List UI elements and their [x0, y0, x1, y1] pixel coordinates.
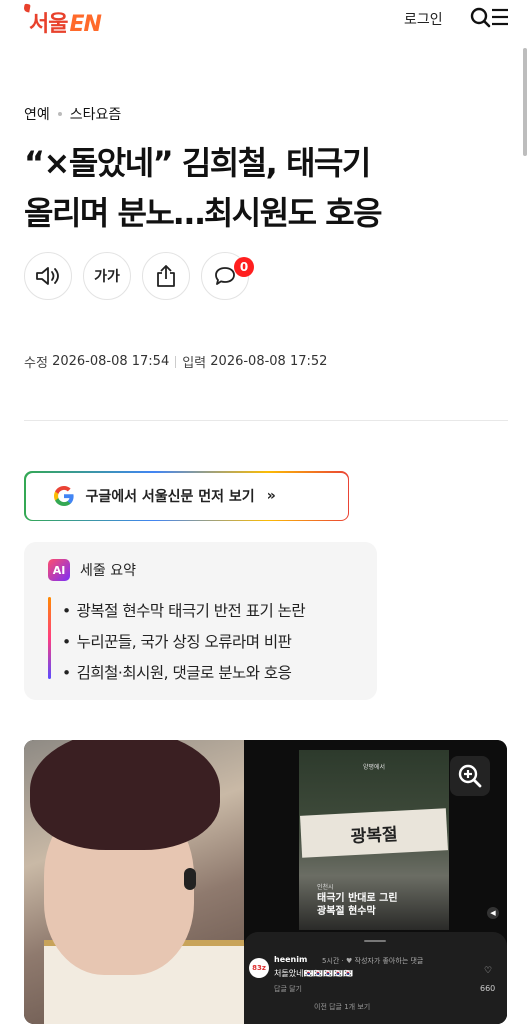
date-separator [175, 355, 177, 368]
divider [24, 420, 508, 421]
breadcrumb: 연예 스타요즘 [24, 104, 121, 124]
story-top-text: 양평에서 [362, 764, 386, 771]
hair [30, 740, 220, 850]
article-dates: 수정 2026-08-08 17:54 입력 2026-08-08 17:52 [24, 352, 327, 371]
story-caption: 태극기 반대로 그린 광복절 현수막 [317, 892, 398, 918]
comment-reply-link: 답글 달기 [274, 985, 302, 993]
story-caption-small: 인천시 [317, 884, 334, 891]
google-follow-button[interactable]: 구글에서 서울신문 먼저 보기 » [24, 471, 349, 521]
comment-meta: 5시간 · ♥ 작성자가 좋아하는 댓글 [322, 957, 424, 965]
ai-summary-box: AI 세줄 요약 광복절 현수막 태극기 반전 표기 논란 누리꾼들, 국가 상… [24, 542, 377, 700]
login-link[interactable]: 로그인 [404, 9, 443, 29]
earpiece [184, 868, 196, 890]
google-follow-button-inner: 구글에서 서울신문 먼저 보기 » [25, 472, 348, 520]
ai-icon: AI [48, 559, 70, 581]
comment-more-replies: 이전 답글 1개 보기 [314, 1003, 371, 1011]
selfie-photo [24, 740, 244, 1024]
summary-list: 광복절 현수막 태극기 반전 표기 논란 누리꾼들, 국가 상징 오류라며 비판… [62, 596, 306, 689]
scrollbar[interactable] [523, 48, 527, 156]
summary-accent-bar [48, 597, 51, 679]
google-icon [53, 486, 74, 506]
speaker-icon [36, 267, 59, 285]
font-size-label: 가가 [94, 269, 120, 285]
search-menu-button[interactable] [470, 6, 510, 30]
story-caption-line1: 태극기 반대로 그린 [317, 893, 398, 904]
comment-button[interactable]: 0 [201, 252, 254, 300]
search-icon [470, 7, 508, 28]
article-tools: 가가 0 [24, 252, 254, 300]
comment-count-badge: 0 [234, 257, 254, 277]
chevron-right-icon: » [266, 488, 276, 504]
banner-photo: 광복절 [300, 808, 448, 858]
article-image[interactable]: 양평에서 광복절 인천시 태극기 반대로 그린 광복절 현수막 ◀ 83z he… [24, 740, 507, 1024]
published-label: 입력 [182, 356, 207, 371]
site-header: 서울 EN 로그인 [0, 0, 530, 40]
panel-handle [364, 940, 386, 942]
summary-title: 세줄 요약 [80, 563, 136, 579]
story-caption-line2: 광복절 현수막 [317, 906, 376, 917]
summary-item: 김희철·최시원, 댓글로 분노와 호응 [62, 658, 305, 689]
zoom-in-icon [458, 764, 482, 788]
avatar: 83z [249, 958, 269, 978]
breadcrumb-section[interactable]: 연예 [24, 104, 50, 124]
banner-text: 광복절 [350, 824, 399, 847]
article-title-line2: 올리며 분노…최시원도 호응 [24, 194, 383, 232]
heart-icon: ♡ [484, 966, 493, 976]
comment-likes: 660 [480, 984, 496, 993]
listen-button[interactable] [24, 252, 72, 300]
site-logo[interactable]: 서울 EN [23, 3, 102, 38]
modified-label: 수정 [24, 356, 48, 371]
comment-username: heenim [274, 955, 308, 964]
summary-item: 광복절 현수막 태극기 반전 표기 논란 [62, 596, 306, 627]
logo-text: 서울 [29, 12, 68, 37]
zoom-in-button[interactable] [450, 756, 490, 796]
logo-en: EN [69, 12, 101, 37]
modified-date: 2026-08-08 17:54 [52, 354, 170, 369]
published-date: 2026-08-08 17:52 [210, 354, 328, 369]
mute-icon[interactable]: ◀ [487, 907, 499, 919]
article-title: “×돌았네” 김희철, 태극기 올리며 분노…최시원도 호응 [24, 138, 494, 238]
breadcrumb-subsection[interactable]: 스타요즘 [70, 104, 122, 124]
breadcrumb-separator [57, 112, 62, 116]
article-title-line1: “×돌았네” 김희철, 태극기 [24, 144, 371, 182]
share-button[interactable] [142, 252, 190, 300]
story-image: 양평에서 광복절 인천시 태극기 반대로 그린 광복절 현수막 [299, 750, 449, 930]
comment-panel: 83z heenim 5시간 · ♥ 작성자가 좋아하는 댓글 처돌았네🇰🇷🇰🇷… [244, 932, 507, 1024]
comment-text: 처돌았네🇰🇷🇰🇷🇰🇷🇰🇷🇰🇷 [274, 969, 354, 978]
share-icon [157, 265, 175, 287]
google-follow-label: 구글에서 서울신문 먼저 보기 [85, 489, 255, 505]
summary-item: 누리꾼들, 국가 상징 오류라며 비판 [62, 627, 305, 658]
font-size-button[interactable]: 가가 [83, 252, 131, 300]
